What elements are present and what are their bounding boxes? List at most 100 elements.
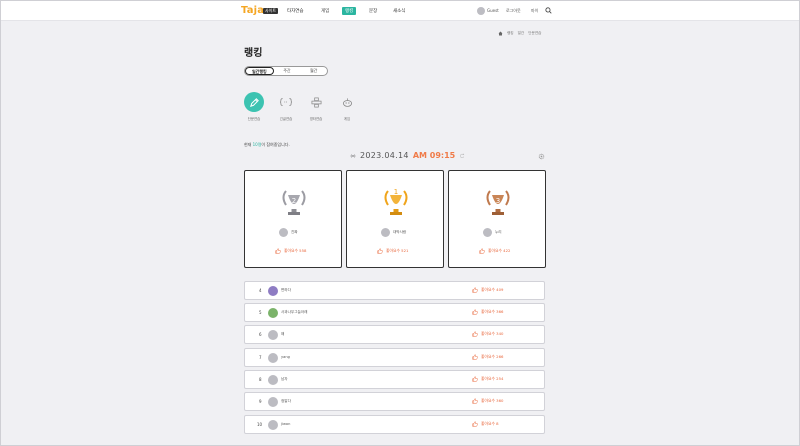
category-label: 단문연습 [247, 117, 261, 121]
home-icon[interactable] [498, 31, 503, 36]
row-user-name: 정말다 [281, 399, 291, 403]
period-tabs: 일간랭킹 주간 월간 [244, 66, 328, 76]
avatar [268, 420, 278, 430]
page-title: 랭킹 [244, 48, 263, 59]
breadcrumb: 랭킹 일간 단문연습 [498, 31, 541, 36]
search-icon[interactable] [545, 7, 552, 14]
avatar [268, 353, 278, 363]
nav-game[interactable]: 게임 [321, 8, 329, 14]
my-link[interactable]: 마이 [531, 8, 538, 14]
like-count: 좋아요수 340 [472, 331, 503, 337]
category-circle [306, 92, 326, 112]
nav-sentence[interactable]: 문장 [369, 8, 377, 14]
category-label: 영타연습 [309, 117, 323, 121]
category-short[interactable]: 단문연습 [243, 92, 265, 121]
podium-rank-number: 2 [292, 197, 296, 205]
participation-notice: 현재 10명이 참여중입니다. [244, 142, 290, 147]
podium-rank-number: 3 [496, 197, 500, 205]
table-row[interactable]: 6 해 좋아요수 340 [244, 325, 545, 344]
row-rank: 10 [257, 422, 263, 427]
avatar [268, 397, 278, 407]
row-user-name: yang [281, 355, 290, 359]
category-circle [244, 92, 264, 112]
nav-typing[interactable]: 타자연습 [287, 8, 304, 14]
category-circle [337, 92, 357, 112]
avatar [268, 286, 278, 296]
silver-trophy-icon: 2 [282, 190, 306, 215]
avatar [268, 375, 278, 385]
category-english[interactable]: 영타연습 [305, 92, 327, 121]
avatar [381, 228, 390, 237]
row-rank: 8 [259, 377, 262, 382]
podium-user-name: 진짜 [291, 230, 298, 234]
like-count: 좋아요수 8 [472, 421, 499, 427]
broadcast-icon [350, 153, 356, 158]
user-avatar[interactable] [477, 7, 485, 15]
row-rank: 7 [259, 355, 262, 360]
user-name[interactable]: Guest [487, 8, 499, 13]
nav-news[interactable]: 새소식 [393, 8, 405, 14]
thumbs-up-icon [472, 331, 478, 337]
logout-link[interactable]: 로그아웃 [506, 8, 521, 14]
row-user-name: 변하다 [281, 288, 291, 292]
gear-icon[interactable] [538, 153, 545, 160]
like-count: 좋아요수 360 [472, 398, 503, 404]
like-count: 좋아요수 409 [472, 287, 503, 293]
refresh-icon[interactable] [459, 153, 465, 159]
podium-user-name: 누리 [495, 230, 502, 234]
like-count: 좋아요수 254 [472, 376, 503, 382]
tab-daily[interactable]: 일간랭킹 [245, 67, 274, 75]
row-rank: 9 [259, 399, 262, 404]
top-header: Taja 사이트 타자연습 게임 랭킹 문장 새소식 Guest 로그아웃 마이 [1, 1, 799, 21]
podium-rank-number: 1 [394, 188, 398, 196]
category-game[interactable]: 게임 [336, 92, 358, 121]
thumbs-up-icon [275, 248, 281, 254]
category-label: 긴글연습 [279, 117, 293, 121]
thumbs-up-icon [472, 287, 478, 293]
thumbs-up-icon [472, 421, 478, 427]
table-row[interactable]: 8 남자 좋아요수 254 [244, 370, 545, 389]
category-long[interactable]: 긴글연습 [275, 92, 297, 121]
thumbs-up-icon [472, 398, 478, 404]
like-count: 좋아요수 266 [472, 354, 503, 360]
thumbs-up-icon [472, 354, 478, 360]
pen-icon [249, 97, 259, 107]
tab-monthly[interactable]: 월간 [300, 67, 327, 75]
breadcrumb-item[interactable]: 랭킹 [507, 31, 514, 36]
keyboard-icon [311, 97, 321, 107]
logo-badge: 사이트 [263, 8, 279, 14]
row-user-name: 사과나무그늘아래 [281, 310, 308, 314]
breadcrumb-item[interactable]: 단문연습 [528, 31, 541, 36]
nav-ranking[interactable]: 랭킹 [342, 7, 357, 15]
row-rank: 4 [259, 288, 262, 293]
current-time: AM 09:15 [412, 151, 456, 160]
gold-trophy-icon: 1 [384, 188, 408, 215]
thumbs-up-icon [377, 248, 383, 254]
tab-weekly[interactable]: 주간 [274, 67, 301, 75]
thumbs-up-icon [479, 248, 485, 254]
category-label: 게임 [343, 117, 351, 121]
like-count: 좋아요수 558 [275, 248, 306, 254]
podium-rank-1[interactable]: 1 대박사람 좋아요수 521 [346, 170, 444, 268]
row-user-name: 남자 [281, 377, 288, 381]
like-count: 좋아요수 521 [377, 248, 408, 254]
row-rank: 5 [259, 310, 262, 315]
site-logo[interactable]: Taja [241, 5, 264, 16]
bracket-icon [280, 98, 292, 106]
table-row[interactable]: 10 jiwon 좋아요수 8 [244, 415, 545, 434]
table-row[interactable]: 7 yang 좋아요수 266 [244, 348, 545, 367]
podium-rank-2[interactable]: 2 진짜 좋아요수 558 [244, 170, 342, 268]
breadcrumb-item[interactable]: 일간 [518, 31, 525, 36]
table-row[interactable]: 4 변하다 좋아요수 409 [244, 281, 545, 300]
row-user-name: jiwon [281, 422, 291, 426]
podium-user-name: 대박사람 [393, 230, 407, 234]
avatar [268, 308, 278, 318]
podium-rank-3[interactable]: 3 누리 좋아요수 422 [448, 170, 546, 268]
table-row[interactable]: 5 사과나무그늘아래 좋아요수 366 [244, 303, 545, 322]
avatar [268, 330, 278, 340]
row-user-name: 해 [281, 332, 285, 336]
current-date: 2023.04.14 [360, 151, 409, 160]
like-count: 좋아요수 366 [472, 309, 503, 315]
avatar [279, 228, 288, 237]
table-row[interactable]: 9 정말다 좋아요수 360 [244, 392, 545, 411]
